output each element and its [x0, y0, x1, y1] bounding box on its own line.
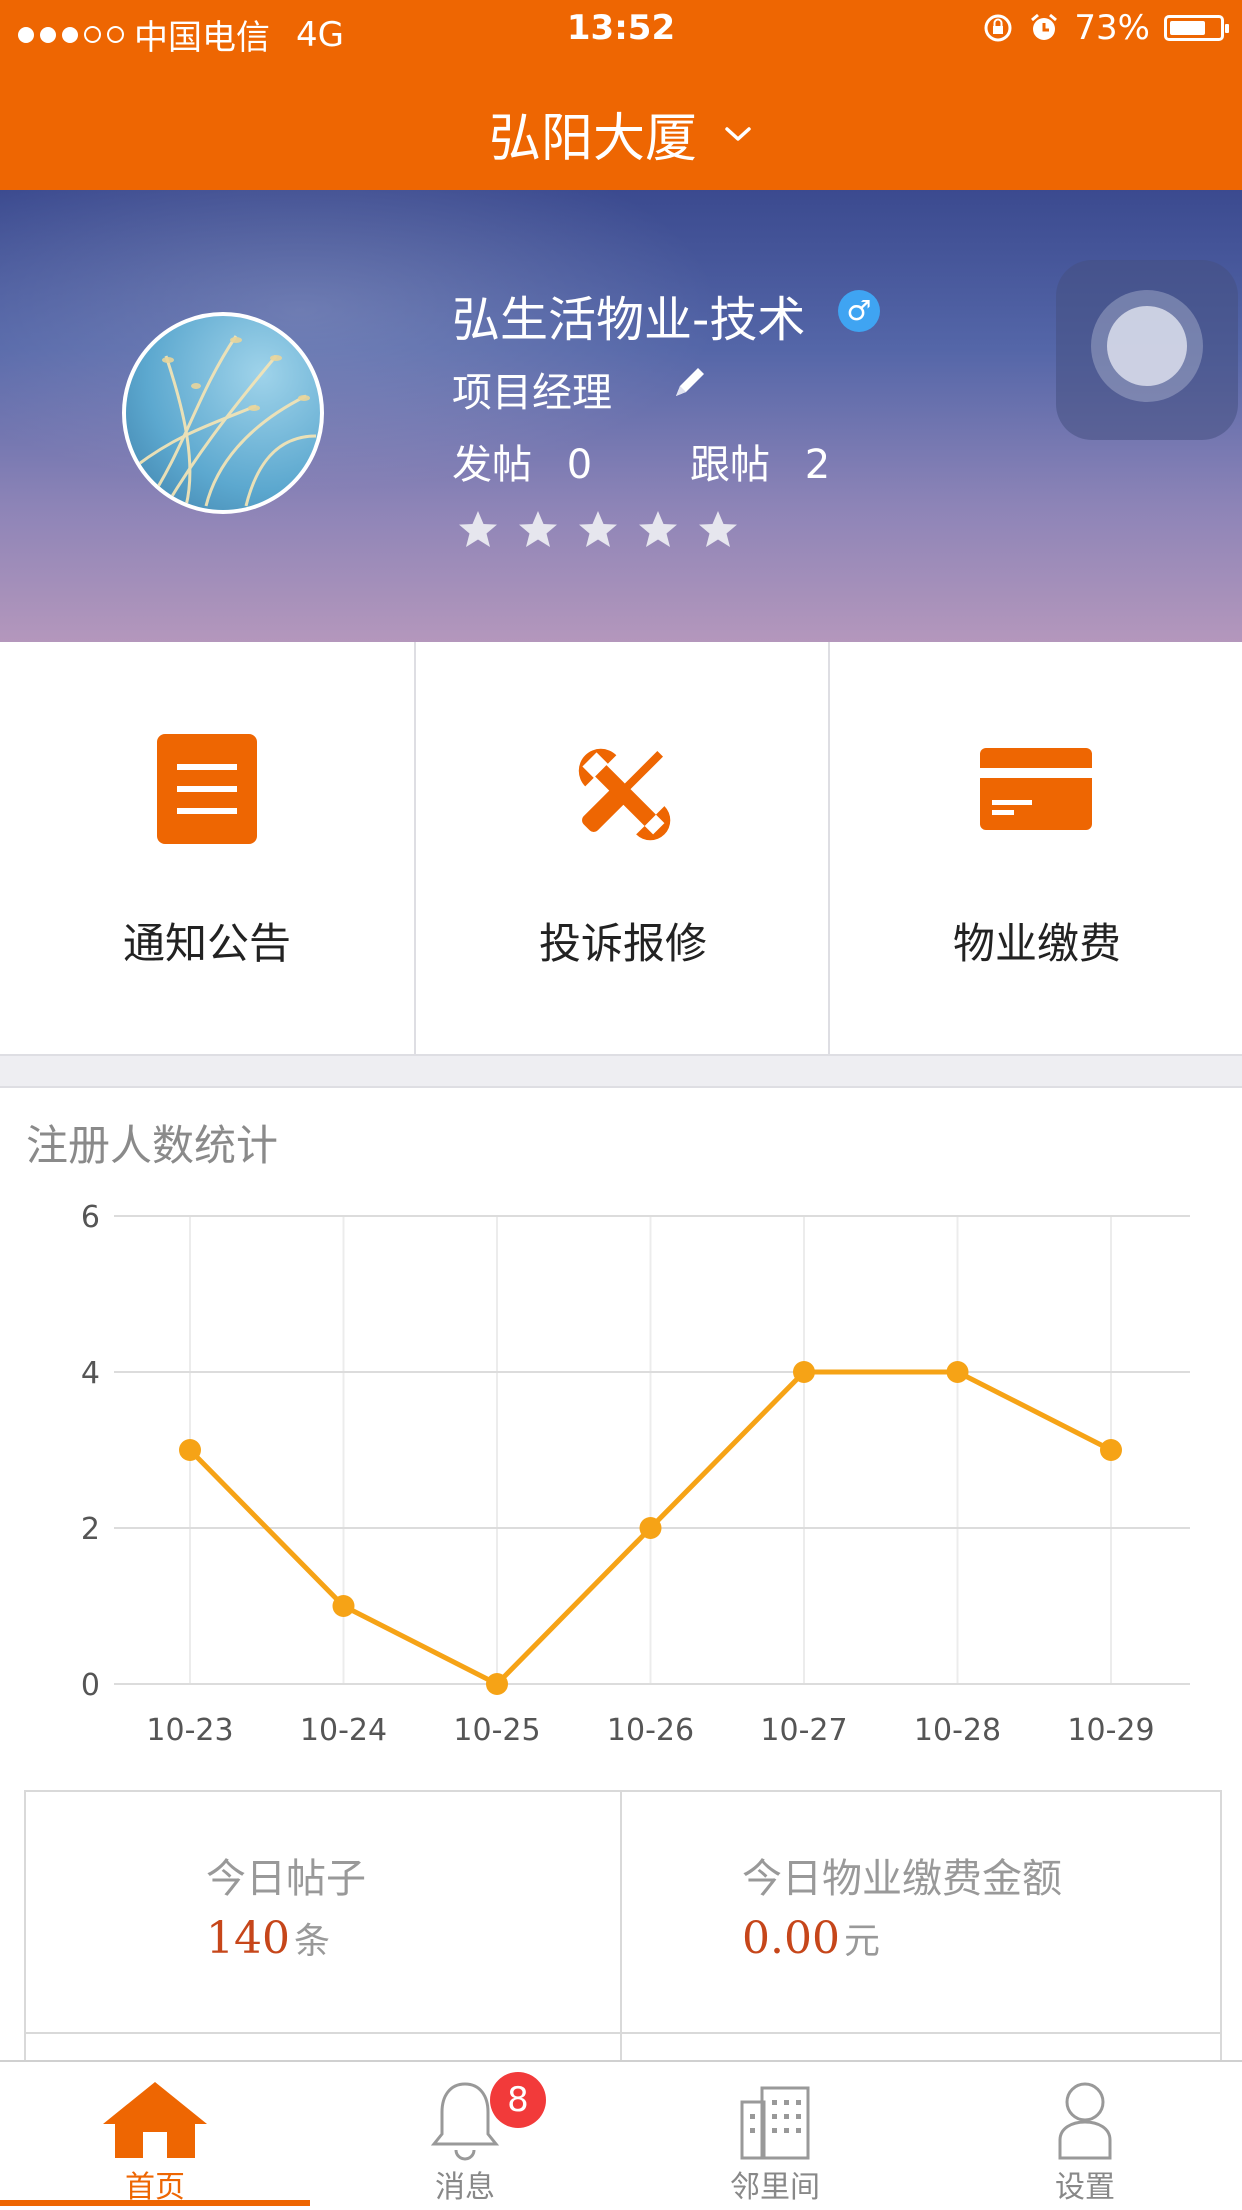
stat-posts: 今日帖子 140 条: [206, 1846, 366, 1964]
building-selector[interactable]: 弘阳大厦: [0, 96, 1242, 171]
stat-label: 今日帖子: [206, 1856, 366, 1902]
home-icon: [103, 2082, 207, 2158]
tab-home[interactable]: 首页: [0, 2062, 310, 2210]
status-bar: 中国电信 4G 13:52 73%: [0, 0, 1242, 62]
x-tick-label: 10-25: [453, 1713, 540, 1748]
stats-row-divider: [24, 2032, 1222, 2034]
profile-banner: 弘生活物业-技术 ♂ 项目经理 发帖 0 跟帖 2: [0, 190, 1242, 642]
registration-line-chart: 0 2 4 6 10-23 10-24 10-25 10-26 10-27 10-28 10-29: [81, 1200, 1190, 1748]
replies-count: 跟帖 2: [690, 432, 830, 490]
tab-label: 消息: [435, 2170, 495, 2205]
profile-role: 项目经理: [452, 370, 612, 416]
x-tick-label: 10-29: [1067, 1713, 1154, 1748]
page-title[interactable]: 弘阳大厦: [489, 96, 697, 171]
tab-label: 设置: [1055, 2170, 1115, 2205]
x-tick-label: 10-27: [760, 1713, 847, 1748]
x-tick-label: 10-24: [300, 1713, 387, 1748]
x-tick-label: 10-26: [607, 1713, 694, 1748]
avatar-image: [135, 335, 317, 507]
feature-notice-button[interactable]: 通知公告: [0, 642, 414, 1054]
stat-unit: 元: [843, 1921, 880, 1962]
avatar[interactable]: [122, 312, 324, 514]
section-gap: [0, 1056, 1242, 1088]
data-point: [946, 1361, 969, 1383]
star-icon: [459, 511, 497, 547]
replies-label: 跟帖: [690, 442, 770, 488]
wrench-screwdriver-icon: [578, 748, 671, 841]
x-tick-label: 10-28: [914, 1713, 1001, 1748]
profile-name: 弘生活物业-技术: [452, 292, 806, 348]
data-point: [1100, 1439, 1122, 1461]
feature-label: 通知公告: [122, 919, 291, 968]
star-icon: [519, 511, 557, 547]
y-tick-label: 4: [81, 1356, 100, 1391]
stat-label: 今日物业缴费金额: [742, 1856, 1062, 1902]
active-tab-indicator: [0, 2200, 310, 2206]
gender-male-icon: ♂: [838, 290, 880, 332]
feature-repair-button[interactable]: 投诉报修: [416, 642, 830, 1054]
data-point: [639, 1517, 662, 1539]
rotation-lock-icon: [984, 14, 1012, 42]
rating-stars: [456, 508, 740, 552]
assistive-touch-button[interactable]: [1056, 260, 1238, 440]
stat-value-row: 0.00 元: [742, 1912, 1062, 1964]
x-tick-label: 10-23: [146, 1713, 233, 1748]
data-point: [332, 1595, 355, 1617]
stat-value: 0.00: [742, 1913, 840, 1964]
tab-label: 邻里间: [730, 2170, 820, 2205]
chevron-down-icon[interactable]: [723, 124, 753, 144]
battery-icon: [1164, 15, 1229, 41]
posts-value: 0: [566, 442, 593, 488]
stat-unit: 条: [293, 1921, 330, 1962]
status-right: 73%: [982, 8, 1229, 48]
stat-payment: 今日物业缴费金额 0.00 元: [742, 1846, 1062, 1964]
battery-percent: 73%: [1074, 8, 1150, 48]
title-bar: 弘阳大厦: [0, 62, 1242, 190]
stats-divider: [620, 1790, 622, 2060]
bell-icon: [430, 2082, 500, 2161]
data-point: [793, 1361, 815, 1383]
feature-grid: 通知公告 投诉报修 物业缴费: [0, 642, 1242, 1056]
building-icon: [740, 2086, 810, 2160]
stat-value-row: 140 条: [206, 1912, 366, 1964]
tab-settings[interactable]: 设置: [930, 2062, 1240, 2210]
user-icon: [1058, 2082, 1112, 2160]
document-list-icon: [157, 734, 257, 844]
posts-count: 发帖 0: [452, 432, 592, 490]
chart-title: 注册人数统计: [26, 1121, 279, 1170]
data-point: [179, 1439, 201, 1461]
replies-value: 2: [804, 442, 831, 488]
tab-neighbors[interactable]: 邻里间: [620, 2062, 930, 2210]
alarm-icon: [1031, 13, 1058, 40]
tab-bar: 首页 消息 邻里间 设置: [0, 2060, 1242, 2210]
data-point: [486, 1673, 508, 1695]
assistive-core: [1107, 306, 1187, 386]
posts-label: 发帖: [452, 442, 532, 488]
stat-value: 140: [206, 1913, 290, 1964]
y-tick-label: 2: [81, 1512, 100, 1547]
star-icon: [639, 511, 677, 547]
feature-label: 投诉报修: [538, 919, 707, 968]
message-count-badge: 8: [490, 2072, 546, 2128]
feature-label: 物业缴费: [952, 919, 1121, 968]
star-icon: [579, 511, 617, 547]
y-tick-label: 0: [81, 1668, 100, 1703]
feature-payment-button[interactable]: 物业缴费: [830, 642, 1242, 1054]
star-icon: [699, 511, 737, 547]
tab-messages[interactable]: 消息: [310, 2062, 620, 2210]
credit-card-icon: [980, 748, 1092, 830]
y-tick-label: 6: [81, 1200, 100, 1235]
edit-pencil-icon[interactable]: [670, 360, 712, 402]
